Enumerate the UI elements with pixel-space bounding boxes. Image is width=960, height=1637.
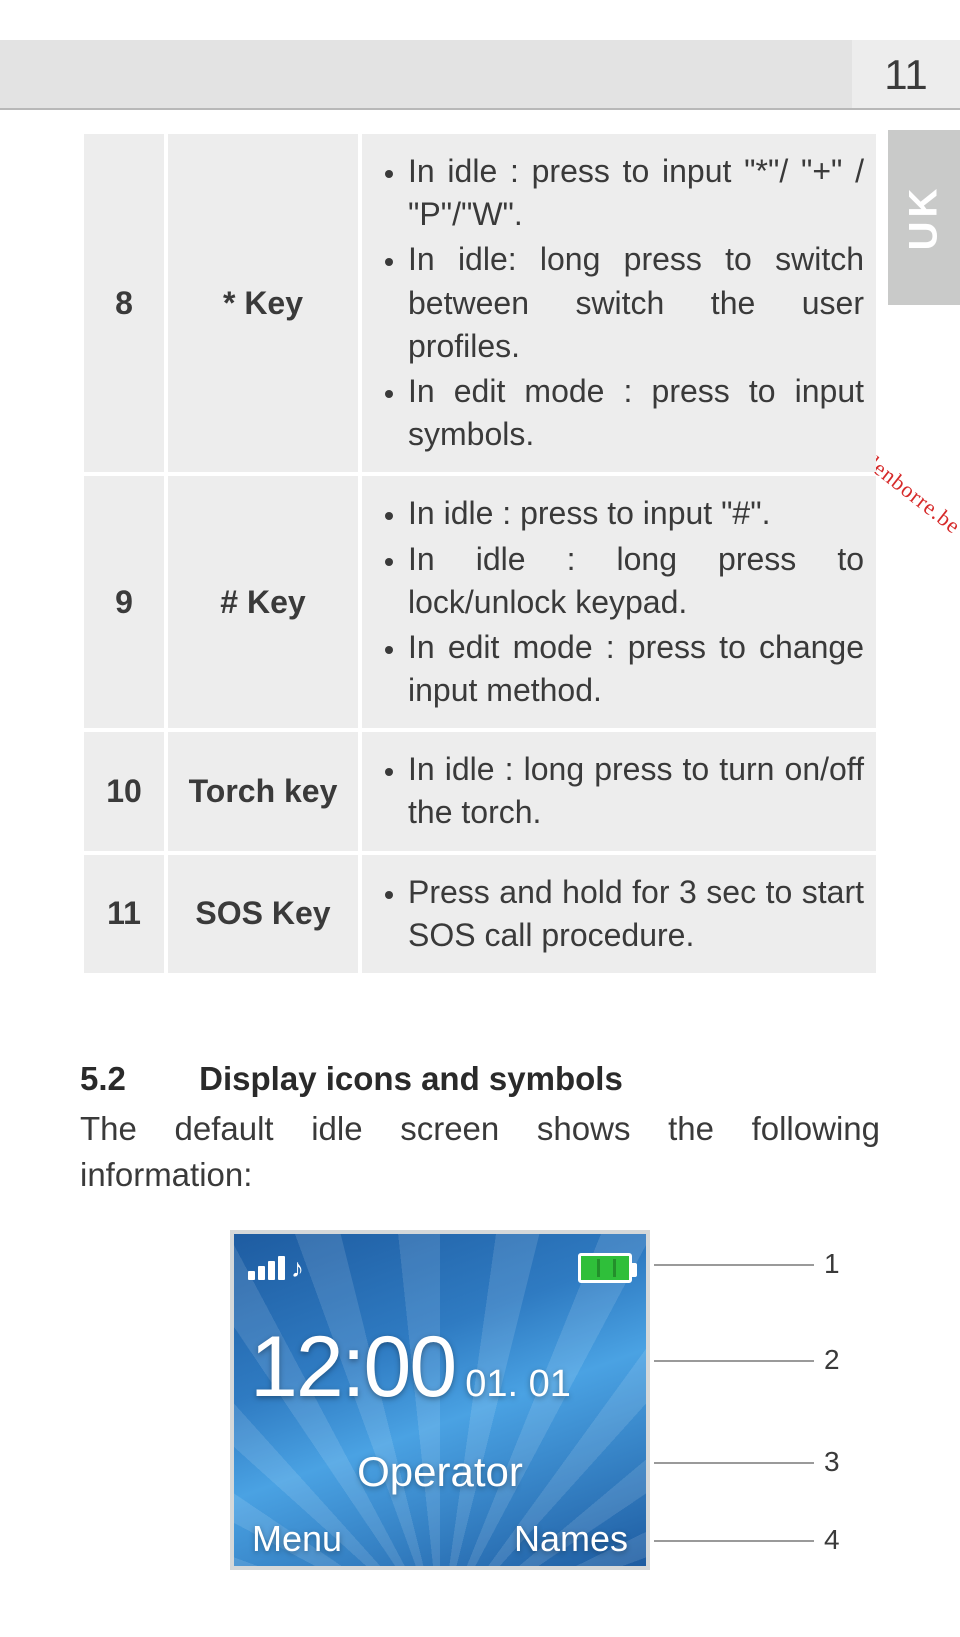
header-grey-strip <box>0 40 852 110</box>
callout-line <box>654 1360 814 1362</box>
signal-icon <box>248 1256 285 1280</box>
page-number: 11 <box>852 40 960 110</box>
section-5-2: 5.2 Display icons and symbols The defaul… <box>80 1060 880 1198</box>
row-number: 10 <box>84 732 164 850</box>
table-row: 9 # Key In idle : press to input "#". In… <box>84 476 876 728</box>
row-keyname: # Key <box>168 476 358 728</box>
status-bar: ♪ <box>234 1240 646 1296</box>
callout-number: 3 <box>824 1446 840 1478</box>
callout-line <box>654 1462 814 1464</box>
row-number: 9 <box>84 476 164 728</box>
row-description: In idle : press to input "*"/ "+" / "P"/… <box>362 134 876 472</box>
row-description: In idle : long press to turn on/off the … <box>362 732 876 850</box>
row-description: Press and hold for 3 sec to start SOS ca… <box>362 855 876 973</box>
header-bar: 11 <box>0 40 960 110</box>
language-tab-uk: UK <box>888 130 960 305</box>
list-item: In idle : press to input "#". <box>408 492 864 535</box>
operator-label: Operator <box>234 1448 646 1496</box>
clock-time: 12:00 <box>250 1318 455 1417</box>
section-heading: 5.2 Display icons and symbols <box>80 1060 880 1098</box>
list-item: In idle: long press to switch between sw… <box>408 238 864 368</box>
music-note-icon: ♪ <box>291 1253 304 1284</box>
softkey-left: Menu <box>252 1518 342 1560</box>
section-title: Display icons and symbols <box>199 1060 623 1097</box>
list-item: Press and hold for 3 sec to start SOS ca… <box>408 871 864 957</box>
callout-number: 2 <box>824 1344 840 1376</box>
softkey-row: Menu Names <box>234 1518 646 1560</box>
header-divider <box>0 108 960 110</box>
softkey-right: Names <box>514 1518 628 1560</box>
row-number: 11 <box>84 855 164 973</box>
language-tab-label: UK <box>902 185 947 251</box>
list-item: In idle : long press to lock/unlock keyp… <box>408 538 864 624</box>
callout-line <box>654 1264 814 1266</box>
callout-line <box>654 1540 814 1542</box>
table-row: 10 Torch key In idle : long press to tur… <box>84 732 876 850</box>
list-item: In idle : press to input "*"/ "+" / "P"/… <box>408 150 864 236</box>
list-item: In edit mode : press to change input met… <box>408 626 864 712</box>
row-description: In idle : press to input "#". In idle : … <box>362 476 876 728</box>
clock-date: 01. 01 <box>465 1363 571 1406</box>
clock-row: 12:00 01. 01 <box>250 1318 571 1417</box>
table-row: 11 SOS Key Press and hold for 3 sec to s… <box>84 855 876 973</box>
row-keyname: * Key <box>168 134 358 472</box>
section-number: 5.2 <box>80 1060 190 1098</box>
list-item: In edit mode : press to input symbols. <box>408 370 864 456</box>
row-number: 8 <box>84 134 164 472</box>
list-item: In idle : long press to turn on/off the … <box>408 748 864 834</box>
callout-number: 4 <box>824 1524 840 1556</box>
idle-screen-figure: ♪ 12:00 01. 01 Operator Menu Names 1 2 3… <box>80 1230 880 1600</box>
row-keyname: SOS Key <box>168 855 358 973</box>
battery-icon <box>578 1253 632 1283</box>
key-functions-table: 8 * Key In idle : press to input "*"/ "+… <box>80 130 880 977</box>
callout-number: 1 <box>824 1248 840 1280</box>
section-paragraph: The default idle screen shows the follow… <box>80 1106 880 1198</box>
table-row: 8 * Key In idle : press to input "*"/ "+… <box>84 134 876 472</box>
row-keyname: Torch key <box>168 732 358 850</box>
phone-screen: ♪ 12:00 01. 01 Operator Menu Names <box>230 1230 650 1570</box>
